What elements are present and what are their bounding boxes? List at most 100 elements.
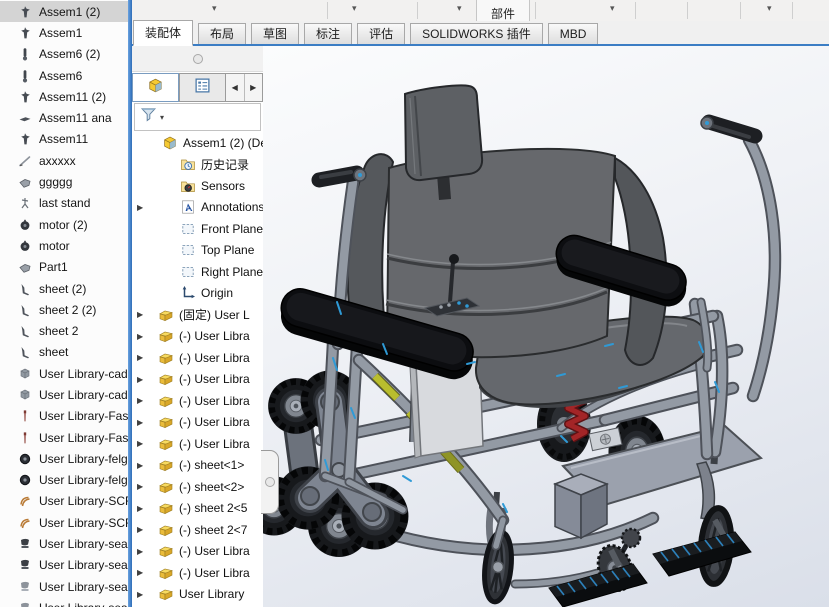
battery-box[interactable]: [552, 473, 610, 540]
tree-item[interactable]: Sensors: [132, 175, 263, 197]
tree-item[interactable]: ▶ (-) User Libra: [132, 326, 263, 348]
command-tab[interactable]: 装配体: [133, 20, 194, 46]
expand-arrow-icon[interactable]: ▶: [137, 590, 149, 599]
tree-item[interactable]: ▶ (-) User Libra: [132, 433, 263, 455]
list-item[interactable]: Assem11 (2): [0, 86, 128, 107]
command-tab[interactable]: 布局: [198, 23, 247, 46]
list-item[interactable]: User Library-felg: [0, 448, 128, 469]
splitter-knob-icon[interactable]: [193, 54, 203, 64]
tree-item[interactable]: ▶ (-) User Libra: [132, 412, 263, 434]
list-item[interactable]: sheet: [0, 342, 128, 363]
scroll-left-icon[interactable]: ◀: [226, 74, 244, 101]
expand-arrow-icon[interactable]: ▶: [137, 353, 149, 362]
expand-arrow-icon[interactable]: ▶: [137, 525, 149, 534]
tree-item[interactable]: ▶ User Library: [132, 584, 263, 606]
ribbon-separator: [792, 2, 793, 19]
graphics-viewport[interactable]: [263, 46, 829, 607]
list-item[interactable]: User Library-SCR: [0, 512, 128, 533]
expand-arrow-icon[interactable]: ▶: [137, 375, 149, 384]
list-item[interactable]: Assem11 ana: [0, 107, 128, 128]
list-item[interactable]: last stand: [0, 193, 128, 214]
list-item[interactable]: motor: [0, 235, 128, 256]
wheelchair-model[interactable]: [263, 46, 829, 607]
list-item[interactable]: sheet 2: [0, 320, 128, 341]
list-item[interactable]: Assem6: [0, 65, 128, 86]
expand-arrow-icon[interactable]: ▶: [137, 504, 149, 513]
list-item[interactable]: User Library-felg: [0, 470, 128, 491]
expand-arrow-icon[interactable]: ▶: [137, 568, 149, 577]
expand-arrow-icon[interactable]: ▶: [137, 203, 149, 212]
part-icon: [158, 328, 174, 344]
list-item[interactable]: User Library-cad: [0, 363, 128, 384]
expand-arrow-icon[interactable]: ▶: [137, 418, 149, 427]
list-item[interactable]: axxxxx: [0, 150, 128, 171]
list-item[interactable]: motor (2): [0, 214, 128, 235]
command-tab[interactable]: 草图: [251, 23, 300, 46]
panel-splitter[interactable]: [132, 46, 263, 72]
list-item[interactable]: User Library-Fast: [0, 406, 128, 427]
tree-item[interactable]: ▶ (-) sheet 2<7: [132, 519, 263, 541]
tree-root[interactable]: Assem1 (2) (Def: [132, 132, 263, 154]
tree-item[interactable]: ▶ (-) sheet<2>: [132, 476, 263, 498]
tree-item[interactable]: ▶ (固定) User L: [132, 304, 263, 326]
tree-item[interactable]: Top Plane: [132, 240, 263, 262]
tree-item[interactable]: Origin: [132, 283, 263, 305]
panel-splitter-handle[interactable]: [261, 450, 279, 514]
command-tab[interactable]: 评估: [357, 23, 406, 46]
list-item[interactable]: ggggg: [0, 171, 128, 192]
expand-arrow-icon[interactable]: ▶: [137, 547, 149, 556]
list-item[interactable]: User Library-Fast: [0, 427, 128, 448]
tree-item[interactable]: ▶ (-) User Libra: [132, 562, 263, 584]
tree-item[interactable]: ▶ (-) User Libra: [132, 347, 263, 369]
list-item[interactable]: Assem11: [0, 129, 128, 150]
tree-filter[interactable]: ▾: [134, 103, 261, 131]
tree-item[interactable]: 历史记录: [132, 154, 263, 176]
list-item[interactable]: User Library-sea: [0, 555, 128, 576]
tree-item[interactable]: ▶ (-) User Libra: [132, 390, 263, 412]
dropdown-caret-icon[interactable]: ▾: [457, 3, 462, 14]
dropdown-caret-icon[interactable]: ▾: [610, 3, 615, 14]
list-item[interactable]: User Library-sea: [0, 597, 128, 607]
tree-item[interactable]: ▶ Annotations: [132, 197, 263, 219]
tree-item-label: User Library: [179, 587, 245, 602]
scroll-right-icon[interactable]: ▶: [243, 74, 262, 101]
dropdown-caret-icon[interactable]: ▾: [352, 3, 357, 14]
command-tab[interactable]: 标注: [304, 23, 353, 46]
expand-arrow-icon[interactable]: ▶: [137, 482, 149, 491]
expand-arrow-icon[interactable]: ▶: [137, 310, 149, 319]
expand-arrow-icon[interactable]: ▶: [137, 332, 149, 341]
file-list: Assem1 (2) Assem1 Assem6 (2) Assem6 Asse…: [0, 0, 128, 607]
list-item[interactable]: User Library-sea: [0, 533, 128, 554]
tree-item[interactable]: ▶ (-) sheet<1>: [132, 455, 263, 477]
expand-arrow-icon[interactable]: ▶: [137, 461, 149, 470]
list-item[interactable]: Assem1 (2): [0, 1, 128, 23]
dropdown-caret-icon[interactable]: ▾: [212, 3, 217, 14]
splitter-knob-icon[interactable]: [265, 477, 275, 487]
list-item[interactable]: Assem6 (2): [0, 44, 128, 65]
command-tab[interactable]: SOLIDWORKS 插件: [410, 23, 543, 46]
list-item[interactable]: Assem1: [0, 22, 128, 43]
tab-feature-tree[interactable]: [132, 73, 179, 102]
file-label: Assem11 ana: [39, 111, 112, 126]
filter-caret-icon[interactable]: ▾: [160, 113, 164, 122]
list-item[interactable]: sheet (2): [0, 278, 128, 299]
list-item[interactable]: sheet 2 (2): [0, 299, 128, 320]
plane-icon: [180, 242, 196, 258]
file-label: motor (2): [39, 217, 88, 232]
cad-gray-icon: [18, 367, 32, 381]
command-tab[interactable]: MBD: [547, 23, 599, 46]
expand-arrow-icon[interactable]: ▶: [137, 439, 149, 448]
list-item[interactable]: User Library-SCR: [0, 491, 128, 512]
expand-arrow-icon[interactable]: ▶: [137, 396, 149, 405]
list-item[interactable]: User Library-sea: [0, 576, 128, 597]
move-component-button[interactable]: 部件: [476, 0, 530, 21]
tree-item[interactable]: ▶ (-) sheet 2<5: [132, 498, 263, 520]
list-item[interactable]: Part1: [0, 257, 128, 278]
tree-item[interactable]: Front Plane: [132, 218, 263, 240]
dropdown-caret-icon[interactable]: ▾: [767, 3, 772, 14]
list-item[interactable]: User Library-cad: [0, 384, 128, 405]
tree-item[interactable]: ▶ (-) User Libra: [132, 541, 263, 563]
tab-property-manager[interactable]: [179, 73, 226, 102]
tree-item[interactable]: Right Plane: [132, 261, 263, 283]
tree-item[interactable]: ▶ (-) User Libra: [132, 369, 263, 391]
